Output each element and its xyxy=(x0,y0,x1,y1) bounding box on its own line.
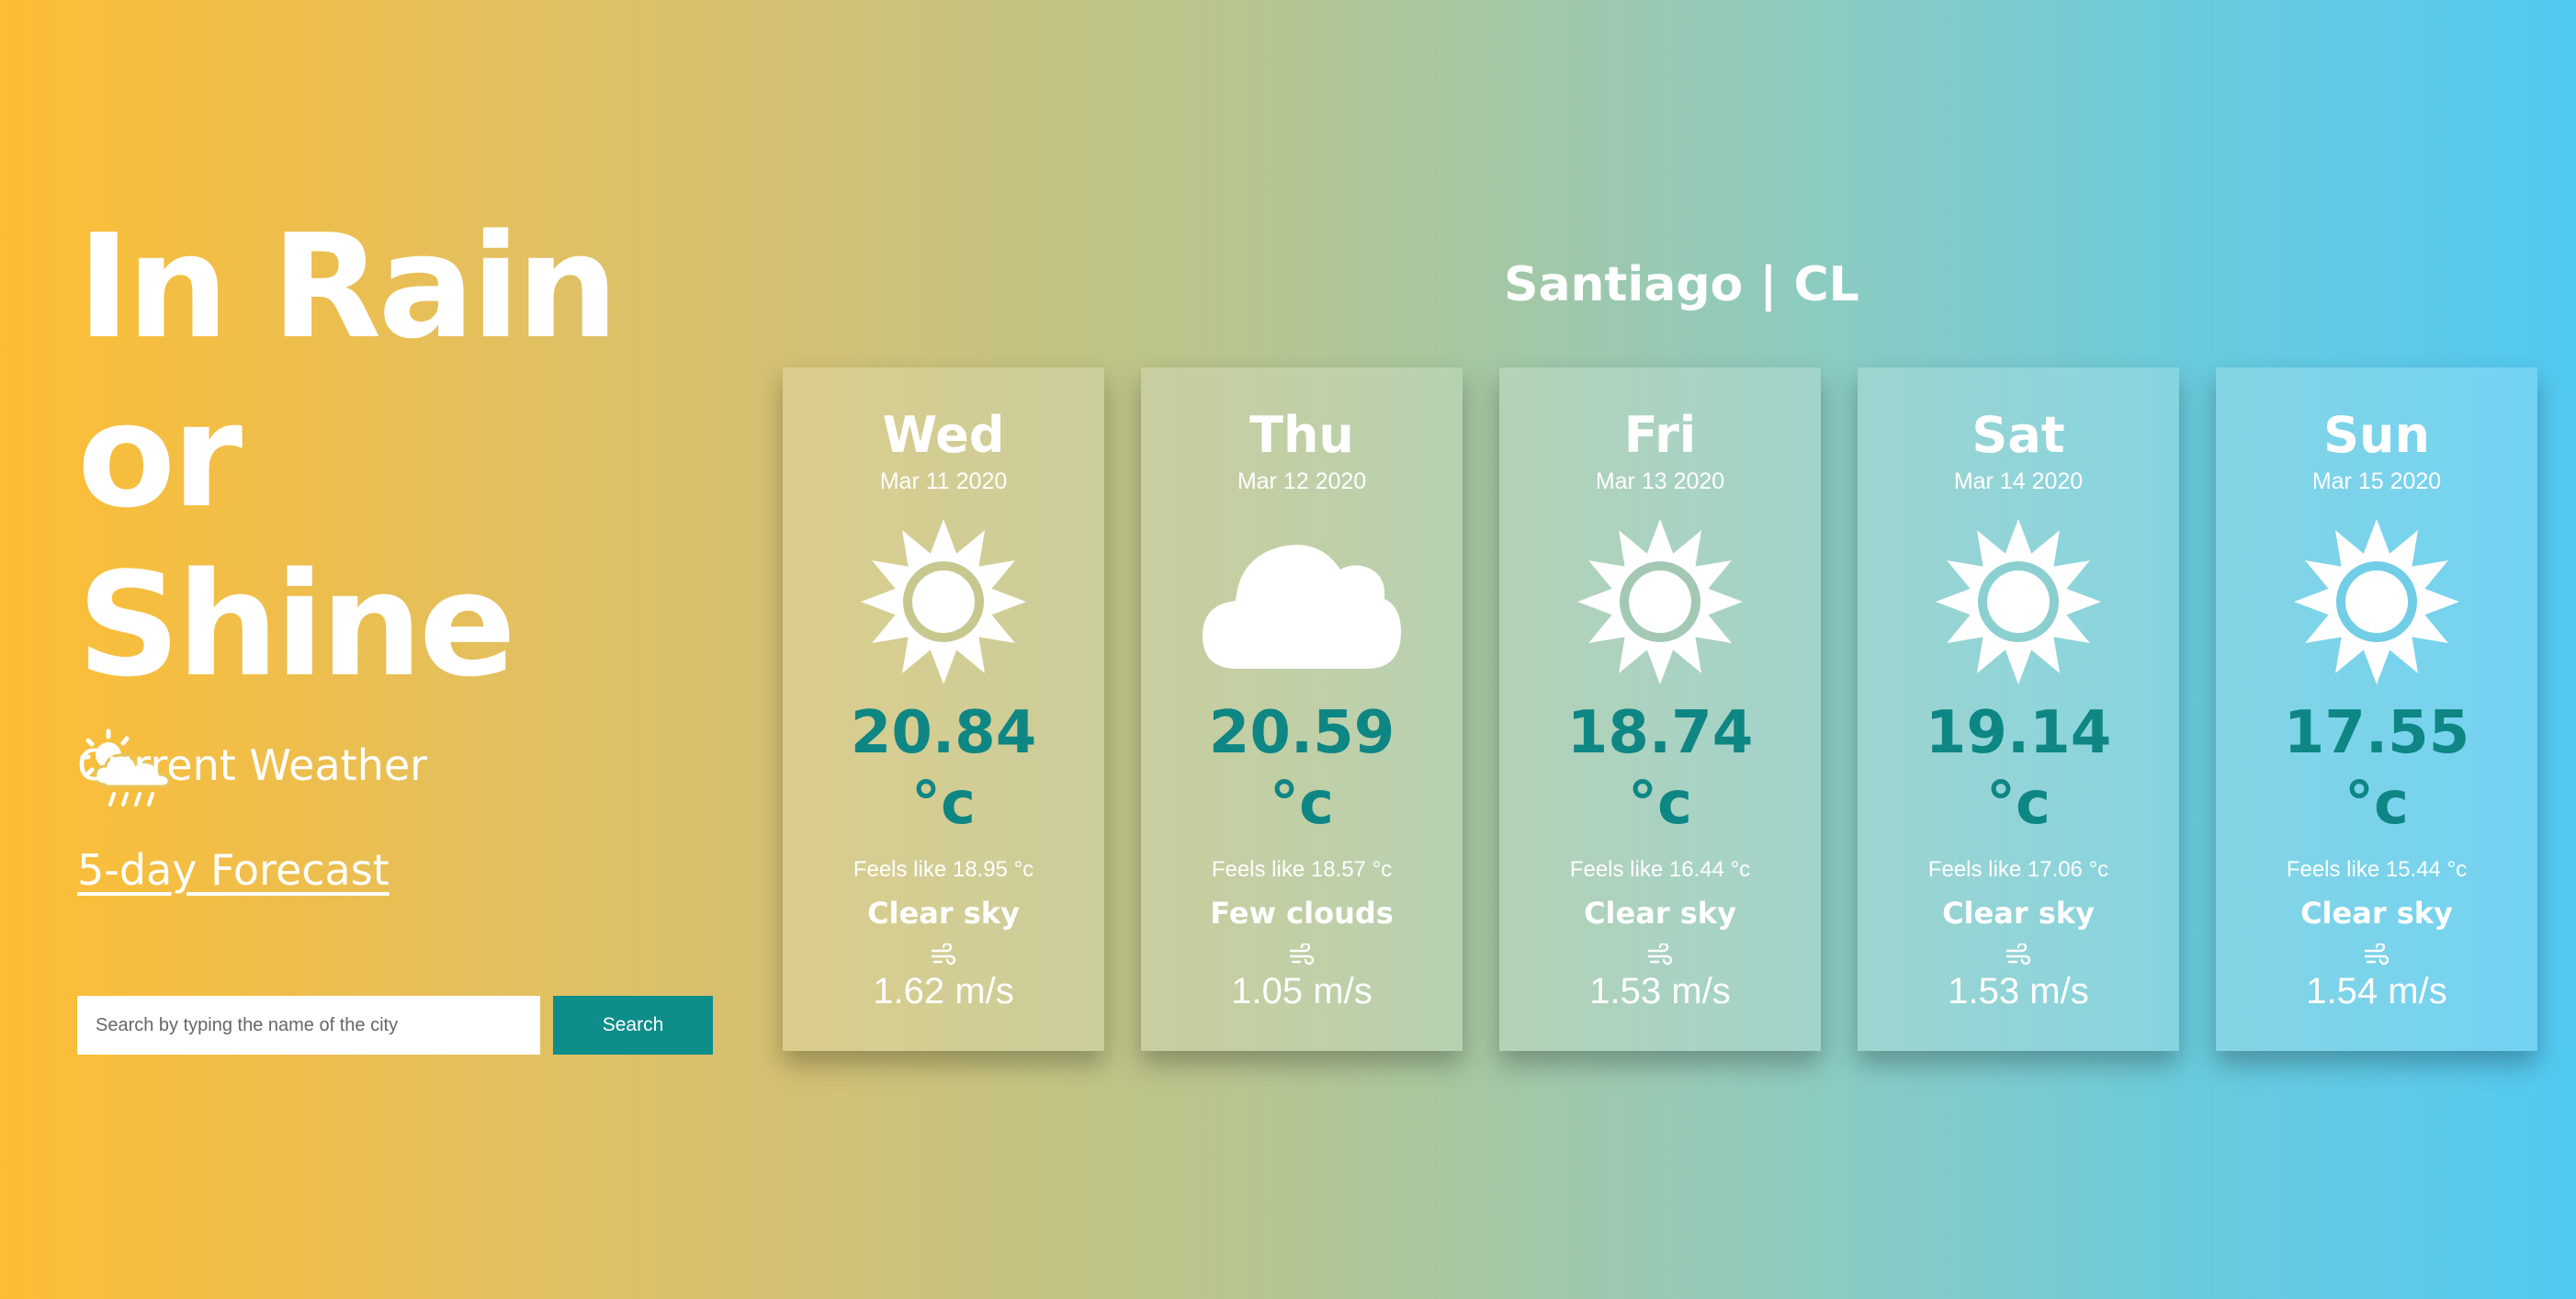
forecast-card-wed: Wed Mar 11 2020 20.84 °c Feels like 18.9… xyxy=(783,367,1104,1051)
forecast-date: Mar 12 2020 xyxy=(1237,469,1367,494)
forecast-date: Mar 13 2020 xyxy=(1595,469,1725,494)
temperature-value: 19.14 xyxy=(1925,699,2112,767)
forecast-day: Thu xyxy=(1249,406,1354,464)
temperature-unit: °c xyxy=(1270,770,1334,838)
search-form: Search xyxy=(77,996,713,1055)
sun-icon xyxy=(1559,519,1761,684)
temperature-unit: °c xyxy=(911,770,976,838)
forecast-date: Mar 15 2020 xyxy=(2311,469,2442,494)
page-title: In Rain or Shine xyxy=(77,202,739,709)
wind-speed: 1.05 m/s xyxy=(1231,971,1373,1011)
wind-icon xyxy=(1289,943,1315,966)
wind-speed: 1.53 m/s xyxy=(1948,971,2089,1011)
forecast-day: Wed xyxy=(882,406,1005,464)
page-title-line2: Shine xyxy=(77,541,516,708)
forecast-date: Mar 11 2020 xyxy=(879,469,1008,494)
temperature-value: 17.55 xyxy=(2283,699,2470,767)
feels-like: Feels like 17.06 °c xyxy=(1927,857,2109,882)
temperature-unit: °c xyxy=(1986,770,2051,838)
cloud-icon xyxy=(1201,519,1403,684)
forecast-date: Mar 14 2020 xyxy=(1953,469,2084,494)
wind-icon xyxy=(2364,943,2390,966)
wind-speed: 1.54 m/s xyxy=(2306,971,2447,1011)
feels-like: Feels like 18.57 °c xyxy=(1211,857,1393,882)
temperature-value: 18.74 xyxy=(1566,699,1754,767)
hero: In Rain or Shine xyxy=(77,202,739,820)
forecast-card-thu: Thu Mar 12 2020 20.59 °c Feels like 18.5… xyxy=(1141,367,1463,1051)
temperature-unit: °c xyxy=(2344,770,2409,838)
feels-like: Feels like 18.95 °c xyxy=(853,857,1034,882)
nav-5-day-forecast[interactable]: 5-day Forecast xyxy=(77,845,390,895)
forecast-day: Sat xyxy=(1972,406,2065,464)
wind-speed: 1.62 m/s xyxy=(873,971,1014,1011)
feels-like: Feels like 15.44 °c xyxy=(2286,857,2468,882)
sun-icon xyxy=(2276,519,2478,684)
page-title-line1: In Rain or xyxy=(77,203,618,539)
weather-description: Few clouds xyxy=(1210,896,1394,931)
weather-description: Clear sky xyxy=(1584,896,1736,931)
forecast-day: Fri xyxy=(1623,406,1697,464)
search-button[interactable]: Search xyxy=(553,996,713,1055)
weather-description: Clear sky xyxy=(1942,896,2095,931)
weather-description: Clear sky xyxy=(867,896,1020,931)
wind-icon xyxy=(2005,943,2031,966)
city-search-input[interactable] xyxy=(77,996,540,1055)
forecast-list: Wed Mar 11 2020 20.84 °c Feels like 18.9… xyxy=(783,367,2537,1051)
feels-like: Feels like 16.44 °c xyxy=(1569,857,1751,882)
wind-speed: 1.53 m/s xyxy=(1589,971,1731,1011)
city-heading: Santiago | CL xyxy=(1504,257,1859,312)
sun-icon xyxy=(1917,519,2119,684)
forecast-day: Sun xyxy=(2323,406,2430,464)
wind-icon xyxy=(931,943,956,966)
temperature-value: 20.84 xyxy=(850,699,1037,767)
forecast-card-sat: Sat Mar 14 2020 19.14 °c Feels like 17.0… xyxy=(1858,367,2179,1051)
forecast-card-sun: Sun Mar 15 2020 17.55 °c Feels like 15.4… xyxy=(2216,367,2537,1051)
temperature-unit: °c xyxy=(1628,770,1692,838)
sun-icon xyxy=(842,519,1045,684)
nav-current-weather[interactable]: Current Weather xyxy=(77,740,427,790)
temperature-value: 20.59 xyxy=(1208,699,1395,767)
forecast-card-fri: Fri Mar 13 2020 18.74 °c Feels like 16.4… xyxy=(1499,367,1821,1051)
weather-description: Clear sky xyxy=(2300,896,2453,931)
wind-icon xyxy=(1647,943,1673,966)
